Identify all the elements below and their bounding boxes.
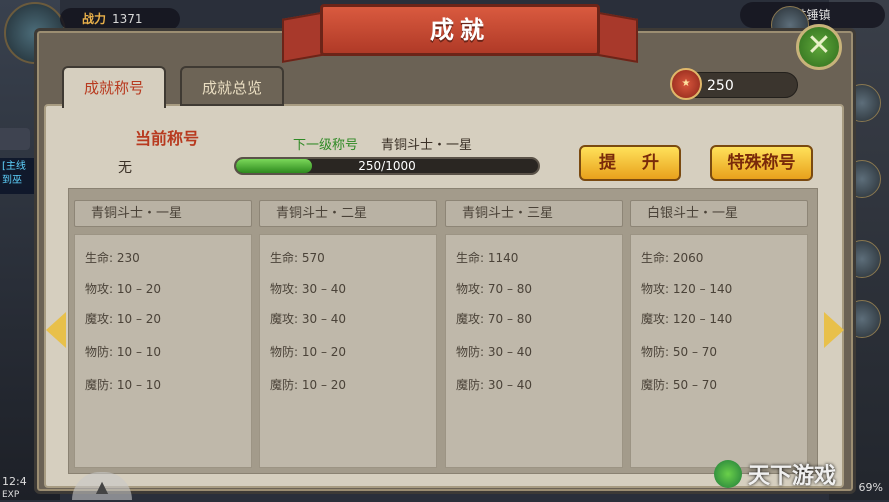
stat-mag-atk: 魔攻: 70 – 80	[456, 312, 533, 326]
scroll-right-arrow-icon[interactable]	[824, 312, 844, 348]
stat-mag-atk: 魔攻: 10 – 20	[85, 312, 162, 326]
medal-icon: ★	[670, 68, 702, 100]
currency-value: 250	[707, 78, 734, 94]
title-card-name: 青铜斗士・二星	[259, 200, 437, 227]
stat-hp: 生命: 1140	[456, 251, 519, 265]
tab-achievement-titles[interactable]: 成就称号	[62, 66, 166, 108]
title-card-stats: 生命: 230 物攻: 10 – 20 魔攻: 10 – 20 物防: 10 –…	[74, 234, 252, 468]
current-title-label: 当前称号	[135, 129, 200, 148]
left-menu-icon[interactable]	[0, 128, 30, 150]
watermark-text: 天下游戏	[748, 464, 837, 489]
scroll-left-arrow-icon[interactable]	[46, 312, 66, 348]
title-card-stats: 生命: 1140 物攻: 70 – 80 魔攻: 70 – 80 物防: 30 …	[445, 234, 623, 468]
stat-phys-def: 物防: 10 – 20	[270, 345, 347, 359]
stat-phys-atk: 物攻: 30 – 40	[270, 282, 347, 296]
window-title: 成就	[320, 4, 600, 56]
stat-mag-def: 魔防: 10 – 20	[270, 378, 347, 392]
stat-hp: 生命: 2060	[641, 251, 704, 265]
stat-phys-atk: 物攻: 10 – 20	[85, 282, 162, 296]
title-card-name: 白银斗士・一星	[630, 200, 808, 227]
title-card-stats: 生命: 570 物攻: 30 – 40 魔攻: 30 – 40 物防: 10 –…	[259, 234, 437, 468]
stat-phys-def: 物防: 10 – 10	[85, 345, 162, 359]
stat-phys-def: 物防: 30 – 40	[456, 345, 533, 359]
stat-hp: 生命: 230	[85, 251, 140, 265]
quest-tracker[interactable]: [主线 到巫	[0, 158, 34, 194]
title-progress-bar: 250/1000	[234, 157, 540, 175]
battery-text: 69%	[858, 481, 883, 494]
power-value: 1371	[112, 12, 143, 26]
special-title-button[interactable]: 特殊称号	[710, 145, 813, 181]
stat-mag-atk: 魔攻: 120 – 140	[641, 312, 733, 326]
title-card-name: 青铜斗士・一星	[74, 200, 252, 227]
stat-hp: 生命: 570	[270, 251, 325, 265]
next-title-value: 青铜斗士・一星	[381, 138, 473, 153]
power-display: 战力 1371	[60, 8, 180, 30]
watermark-logo-icon	[714, 460, 742, 488]
stat-mag-def: 魔防: 30 – 40	[456, 378, 533, 392]
current-title-value: 无	[118, 160, 132, 176]
stat-mag-atk: 魔攻: 30 – 40	[270, 312, 347, 326]
next-title-label: 下一级称号	[293, 138, 359, 153]
tab-achievement-overview[interactable]: 成就总览	[180, 66, 284, 106]
title-card-stats: 生命: 2060 物攻: 120 – 140 魔攻: 120 – 140 物防:…	[630, 234, 808, 468]
stat-mag-def: 魔防: 10 – 10	[85, 378, 162, 392]
clock-text: 12:4	[2, 475, 27, 488]
title-card-name: 青铜斗士・三星	[445, 200, 623, 227]
progress-text: 250/1000	[358, 159, 416, 173]
promote-button[interactable]: 提 升	[579, 145, 681, 181]
close-button[interactable]: ✕	[796, 24, 842, 70]
stat-phys-def: 物防: 50 – 70	[641, 345, 718, 359]
stat-phys-atk: 物攻: 120 – 140	[641, 282, 733, 296]
stat-mag-def: 魔防: 50 – 70	[641, 378, 718, 392]
exp-label: EXP	[2, 490, 20, 500]
stat-phys-atk: 物攻: 70 – 80	[456, 282, 533, 296]
power-label: 战力	[82, 12, 107, 26]
